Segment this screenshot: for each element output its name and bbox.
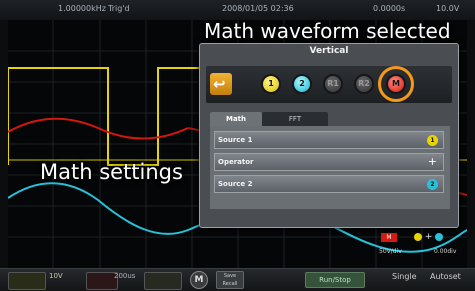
formula-operator: + bbox=[424, 232, 433, 242]
trigger-status: Trig'd bbox=[108, 4, 130, 13]
autoset-button[interactable]: Autoset bbox=[430, 272, 461, 281]
date-time: 2008/01/05 02:36 bbox=[222, 4, 294, 13]
tab-fft[interactable]: FFT bbox=[262, 112, 328, 126]
return-arrow-icon: ↩ bbox=[213, 75, 226, 93]
math-offset-readout: 0.00div bbox=[434, 248, 457, 255]
trigger-level-readout: 10.0V bbox=[436, 4, 460, 13]
source-2-row[interactable]: Source 2 2 bbox=[214, 175, 444, 193]
math-softkey[interactable]: M bbox=[190, 271, 208, 289]
channel-2-button[interactable]: 2 bbox=[292, 74, 312, 94]
source-1-value: 1 bbox=[427, 135, 438, 146]
math-formula: + bbox=[414, 232, 444, 242]
math-tabs: Math FFT bbox=[210, 112, 450, 126]
save-recall-button[interactable]: Save Recall bbox=[216, 271, 244, 289]
ch-aux-box[interactable] bbox=[144, 272, 182, 290]
oscilloscope-screen: 1.00000kHz Trig'd 2008/01/05 02:36 0.000… bbox=[0, 0, 475, 291]
source-1-row[interactable]: Source 1 1 bbox=[214, 131, 444, 149]
bottom-bar: 10V 200us M Save Recall Run/Stop Single … bbox=[0, 268, 475, 291]
tab-math[interactable]: Math bbox=[210, 112, 262, 126]
ch1-dot-icon bbox=[414, 232, 422, 241]
operator-row[interactable]: Operator + bbox=[214, 153, 444, 171]
run-stop-button[interactable]: Run/Stop bbox=[305, 272, 365, 288]
ref-2-button[interactable]: R2 bbox=[354, 74, 374, 94]
vertical-menu-panel: Vertical ↩ 1 2 R1 R2 M Math FFT Source 1… bbox=[199, 43, 459, 228]
vertical-menu-title: Vertical bbox=[309, 46, 349, 56]
frequency-readout: 1.00000kHz bbox=[58, 4, 106, 13]
single-button[interactable]: Single bbox=[392, 272, 417, 281]
channel-select-bar: ↩ 1 2 R1 R2 M bbox=[206, 66, 452, 103]
channel-1-button[interactable]: 1 bbox=[261, 74, 281, 94]
callout-math-selected: Math waveform selected bbox=[204, 19, 451, 43]
ch2-dot-icon bbox=[435, 232, 444, 241]
operator-label: Operator bbox=[218, 158, 254, 166]
callout-math-settings: Math settings bbox=[40, 160, 183, 184]
operator-value: + bbox=[427, 155, 437, 168]
back-button[interactable]: ↩ bbox=[210, 73, 232, 95]
math-settings-list: Source 1 1 Operator + Source 2 2 bbox=[210, 126, 450, 209]
math-scale-readout: 50V/div bbox=[379, 248, 402, 255]
math-button[interactable]: M bbox=[386, 74, 406, 94]
ref-1-button[interactable]: R1 bbox=[323, 74, 343, 94]
timebase-readout: 200us bbox=[114, 272, 136, 280]
ch1-scale: 10V bbox=[49, 272, 63, 280]
time-offset-readout: 0.0000s bbox=[373, 4, 406, 13]
source-2-label: Source 2 bbox=[218, 180, 253, 188]
math-waveform bbox=[8, 117, 189, 140]
source-2-value: 2 bbox=[427, 179, 438, 190]
ch1-scale-box[interactable] bbox=[8, 272, 46, 290]
math-badge: M bbox=[381, 233, 397, 242]
status-bar: 1.00000kHz Trig'd 2008/01/05 02:36 0.000… bbox=[0, 0, 475, 20]
source-1-label: Source 1 bbox=[218, 136, 253, 144]
